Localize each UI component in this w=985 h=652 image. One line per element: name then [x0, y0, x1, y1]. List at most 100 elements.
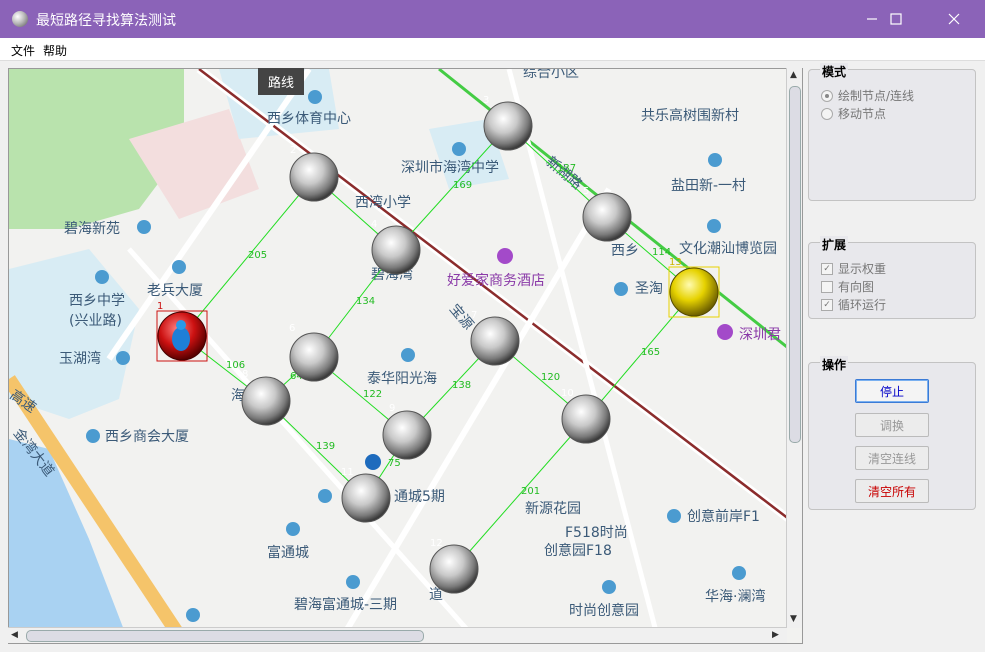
- end-node[interactable]: [669, 267, 719, 317]
- edge-weight: 122: [363, 389, 382, 400]
- edge-weight: 134: [356, 296, 375, 307]
- graph-node[interactable]: [470, 316, 520, 366]
- graph-node[interactable]: [429, 544, 479, 594]
- map-label: 盐田新-一村: [671, 178, 746, 194]
- edge-weight: 120: [541, 372, 560, 383]
- clear-all-button[interactable]: 清空所有: [855, 479, 929, 503]
- node-id: 7: [471, 310, 477, 321]
- node-id: 9: [389, 403, 395, 414]
- person-head-icon: [176, 320, 186, 330]
- map-poi-icon: [308, 90, 322, 104]
- radio-icon[interactable]: [821, 89, 833, 102]
- app-icon: [12, 11, 28, 27]
- node-id: 3: [483, 95, 489, 106]
- horizontal-scroll-thumb[interactable]: [26, 630, 424, 642]
- extend-group-title: 扩展: [820, 236, 849, 253]
- menu-file[interactable]: 文件: [11, 42, 35, 59]
- vertical-scroll-thumb[interactable]: [789, 86, 801, 443]
- node-id: 4: [371, 219, 377, 230]
- checkbox-checked-icon[interactable]: ✓: [821, 262, 833, 275]
- menu-bar: 文件 帮助: [0, 38, 985, 61]
- loop-run-label: 循环运行: [838, 298, 887, 312]
- map-poi-icon: [137, 220, 151, 234]
- mode-move-radio[interactable]: 移动节点: [821, 105, 886, 122]
- mode-move-label: 移动节点: [838, 107, 887, 121]
- graph-node[interactable]: [241, 376, 291, 426]
- swap-button[interactable]: 调换: [855, 413, 929, 437]
- map-label: F518时尚: [565, 525, 628, 541]
- map-poi-icon: [186, 608, 200, 622]
- scroll-left-icon[interactable]: ◀: [11, 630, 18, 640]
- close-button[interactable]: [931, 0, 977, 38]
- map-poi-icon: [602, 580, 616, 594]
- map-canvas[interactable]: 西乡体育中心 深圳市海湾中学 西湾小学 碧海新苑 老兵大厦 西乡中学 (兴业路)…: [8, 68, 803, 644]
- show-weight-checkbox[interactable]: ✓ 显示权重: [821, 260, 886, 277]
- graph-node[interactable]: [561, 394, 611, 444]
- stop-button[interactable]: 停止: [855, 379, 929, 403]
- checkbox-icon[interactable]: [821, 280, 833, 293]
- maximize-button[interactable]: [873, 0, 919, 38]
- scroll-up-icon[interactable]: ▲: [790, 70, 797, 80]
- map-poi-icon: [401, 348, 415, 362]
- map-label: 新源花园: [525, 501, 581, 517]
- map-label: 泰华阳光海: [367, 371, 437, 387]
- map-label: 综合小区: [523, 69, 579, 81]
- vertical-scrollbar[interactable]: ▲ ▼: [786, 68, 802, 628]
- person-icon: [172, 327, 190, 351]
- extend-group: 扩展 ✓ 显示权重 有向图 ✓ 循环运行: [808, 236, 976, 319]
- map-label: 创意前岸F1: [687, 508, 760, 525]
- map-label: 碧海富通城-三期: [294, 596, 397, 613]
- map-poi-icon: [707, 219, 721, 233]
- map-poi-icon: [452, 142, 466, 156]
- edge-weight: 137: [557, 163, 576, 174]
- map-label: 深圳市海湾中学: [401, 159, 499, 176]
- map-label: 好爱家商务酒店: [447, 272, 545, 289]
- window-title: 最短路径寻找算法测试: [36, 13, 176, 29]
- mode-group: 模式 绘制节点/连线 移动节点: [808, 63, 976, 201]
- radio-icon[interactable]: [821, 107, 833, 120]
- map-poi-icon: [318, 489, 332, 503]
- clear-edges-button[interactable]: 清空连线: [855, 446, 929, 470]
- graph-node[interactable]: [582, 192, 632, 242]
- node-id: 10: [561, 388, 574, 399]
- map-label: 时尚创意园: [569, 602, 639, 619]
- graph-node[interactable]: [289, 332, 339, 382]
- map-poi-icon: [172, 260, 186, 274]
- loop-run-checkbox[interactable]: ✓ 循环运行: [821, 296, 886, 313]
- map-graph[interactable]: 西乡体育中心 深圳市海湾中学 西湾小学 碧海新苑 老兵大厦 西乡中学 (兴业路)…: [9, 69, 802, 643]
- map-poi-icon: [95, 270, 109, 284]
- map-poi-icon: [86, 429, 100, 443]
- node-id: 12: [430, 538, 443, 549]
- edge-weight: 201: [521, 486, 540, 497]
- menu-help[interactable]: 帮助: [43, 42, 67, 59]
- map-label: 共乐高树围新村: [641, 107, 739, 124]
- operation-group: 操作 停止 调换 清空连线 清空所有: [808, 356, 976, 510]
- map-label: 深圳君: [739, 327, 781, 343]
- mode-draw-radio[interactable]: 绘制节点/连线: [821, 87, 914, 104]
- edge-weight: 75: [388, 458, 401, 469]
- graph-node[interactable]: [289, 152, 339, 202]
- mode-draw-label: 绘制节点/连线: [838, 89, 915, 103]
- map-label: 西湾小学: [355, 194, 411, 211]
- edge-weight: 205: [248, 250, 267, 261]
- map-label: 通城5期: [394, 489, 445, 505]
- directed-graph-checkbox[interactable]: 有向图: [821, 278, 874, 295]
- map-label: 西乡体育中心: [267, 111, 351, 127]
- map-label: 创意园F18: [544, 542, 612, 559]
- map-label: 华海·澜湾: [705, 588, 765, 605]
- graph-node[interactable]: [483, 101, 533, 151]
- title-bar: 最短路径寻找算法测试: [0, 0, 985, 38]
- scroll-down-icon[interactable]: ▼: [790, 614, 797, 624]
- show-weight-label: 显示权重: [838, 262, 887, 276]
- graph-node[interactable]: [382, 410, 432, 460]
- map-poi-icon: [708, 153, 722, 167]
- horizontal-scrollbar[interactable]: ◀ ▶: [8, 627, 787, 643]
- graph-node[interactable]: [371, 225, 421, 275]
- graph-node[interactable]: [341, 473, 391, 523]
- scroll-right-icon[interactable]: ▶: [772, 630, 779, 640]
- map-label: 老兵大厦: [147, 283, 203, 299]
- checkbox-checked-icon[interactable]: ✓: [821, 298, 833, 311]
- map-label: 富通城: [267, 544, 309, 561]
- node-id: 8: [242, 369, 248, 380]
- node-id: 5: [583, 186, 589, 197]
